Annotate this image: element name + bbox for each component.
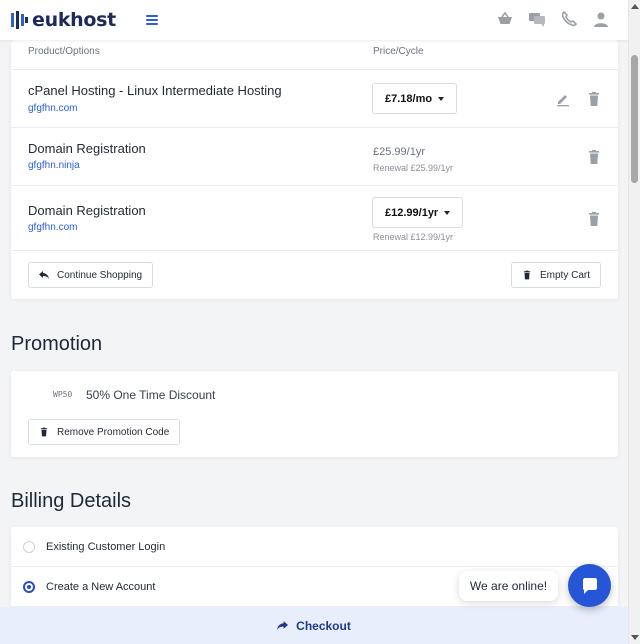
new-account-label: Create a New Account <box>46 580 156 593</box>
logo-icon <box>11 11 28 29</box>
menu-icon[interactable] <box>145 15 158 25</box>
trash-icon <box>523 270 531 280</box>
col-price-header: Price/Cycle <box>373 46 424 57</box>
caret-down-icon <box>438 96 445 101</box>
cart-row: Domain Registration gfgfhn.com £12.99/1y… <box>11 186 618 251</box>
chat-bubble-icon <box>582 577 597 594</box>
top-navbar: eukhost <box>0 0 628 40</box>
empty-cart-button[interactable]: Empty Cart <box>511 262 602 288</box>
user-icon[interactable] <box>592 10 610 28</box>
promotion-card: WP50 50% One Time Discount Remove Promot… <box>11 371 618 457</box>
chat-status-bubble[interactable]: We are online! <box>459 571 558 601</box>
delete-icon[interactable] <box>586 149 602 165</box>
product-domain[interactable]: gfgfhn.com <box>28 103 77 114</box>
price-value: £25.99/1yr <box>373 146 425 158</box>
promo-code: WP50 <box>53 390 73 399</box>
logo-text: eukhost <box>32 9 116 31</box>
scroll-up-icon[interactable] <box>631 4 639 9</box>
forward-arrow-icon <box>277 621 289 630</box>
delete-icon[interactable] <box>586 211 602 227</box>
logo[interactable]: eukhost <box>10 9 116 31</box>
billing-title: Billing Details <box>11 490 132 512</box>
cart-row: cPanel Hosting - Linux Intermediate Host… <box>11 70 618 128</box>
checkout-button[interactable]: Checkout <box>0 607 628 644</box>
remove-promotion-label: Remove Promotion Code <box>57 426 170 438</box>
empty-cart-label: Empty Cart <box>540 269 591 281</box>
basket-icon[interactable] <box>496 10 514 28</box>
trash-icon <box>40 427 48 437</box>
product-domain[interactable]: gfgfhn.com <box>28 222 77 233</box>
product-name: cPanel Hosting - Linux Intermediate Host… <box>28 83 282 98</box>
phone-icon[interactable] <box>560 10 578 28</box>
renewal-price: Renewal £25.99/1yr <box>373 163 454 173</box>
radio-new-account[interactable] <box>23 580 35 593</box>
delete-icon[interactable] <box>586 91 602 107</box>
price-value: £12.99/1yr <box>385 206 439 219</box>
existing-customer-label: Existing Customer Login <box>46 540 166 553</box>
remove-promotion-button[interactable]: Remove Promotion Code <box>28 419 181 445</box>
price-value: £7.18/mo <box>385 92 433 105</box>
cart-table-header: Product/Options Price/Cycle <box>11 40 618 70</box>
promo-description: 50% One Time Discount <box>86 388 216 402</box>
checkout-label: Checkout <box>296 618 351 633</box>
product-name: Domain Registration <box>28 141 146 156</box>
product-domain[interactable]: gfgfhn.ninja <box>28 160 80 171</box>
page-scrollbar[interactable] <box>628 0 640 644</box>
chat-icon[interactable] <box>528 10 546 28</box>
promotion-title: Promotion <box>11 333 103 355</box>
product-name: Domain Registration <box>28 203 146 218</box>
existing-customer-option[interactable]: Existing Customer Login <box>11 527 618 567</box>
cart-row: Domain Registration gfgfhn.ninja £25.99/… <box>11 128 618 186</box>
continue-shopping-label: Continue Shopping <box>57 269 143 281</box>
scrollbar-thumb[interactable] <box>631 55 638 183</box>
billing-cycle-dropdown[interactable]: £12.99/1yr <box>372 197 464 228</box>
edit-icon[interactable] <box>555 91 571 107</box>
caret-down-icon <box>444 210 451 215</box>
col-product-header: Product/Options <box>28 46 100 57</box>
reply-arrow-icon <box>39 271 49 279</box>
renewal-price: Renewal £12.99/1yr <box>373 232 454 242</box>
chat-status-text: We are online! <box>469 579 548 593</box>
radio-existing-customer[interactable] <box>23 540 35 553</box>
cart-card: Product/Options Price/Cycle cPanel Hosti… <box>11 40 618 299</box>
billing-cycle-dropdown[interactable]: £7.18/mo <box>372 83 458 114</box>
live-chat-button[interactable] <box>568 564 611 607</box>
scroll-down-icon[interactable] <box>631 635 639 640</box>
continue-shopping-button[interactable]: Continue Shopping <box>28 262 154 288</box>
